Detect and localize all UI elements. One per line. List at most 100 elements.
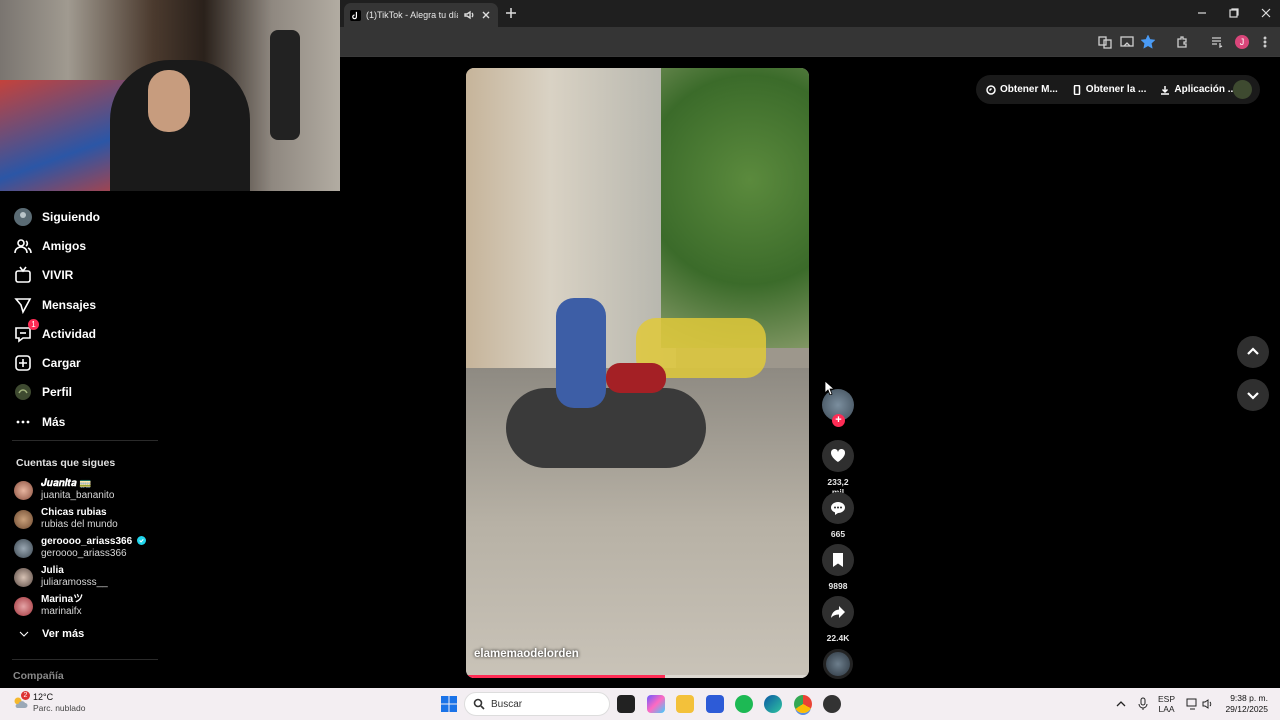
file-explorer-icon[interactable]	[676, 695, 694, 713]
sidebar-item-activity[interactable]: 1 Actividad	[14, 319, 96, 345]
speaker-icon[interactable]	[463, 9, 475, 21]
account-username: juanita_bananito	[41, 490, 115, 501]
video-author-handle[interactable]: elamemaodelorden	[474, 648, 579, 660]
translate-icon[interactable]	[1098, 35, 1112, 49]
screen: (1)TikTok - Alegra tu día J Siguiendo Am…	[0, 0, 1280, 720]
os-taskbar: 12°C Parc. nublado 2 Buscar ESP LAA 9:38…	[0, 688, 1280, 720]
windows-start-icon[interactable]	[441, 696, 457, 712]
save-count: 9898	[828, 581, 848, 591]
sidebar-item-label: Más	[42, 415, 66, 429]
upload-icon	[15, 355, 31, 371]
followed-account[interactable]: Marinaツ marinaifx	[14, 594, 83, 618]
download-icon	[1161, 85, 1170, 95]
share-action[interactable]: 22.4K	[821, 596, 855, 643]
tray-chevron-up-icon[interactable]	[1115, 698, 1127, 710]
restore-icon[interactable]	[1227, 6, 1241, 20]
new-tab-icon[interactable]	[504, 6, 518, 20]
activity-badge: 1	[28, 319, 39, 330]
video-scene-motorcycle	[506, 388, 706, 468]
minimize-icon[interactable]	[1195, 6, 1209, 20]
system-clock[interactable]: 9:38 p. m. 29/12/2025	[1196, 693, 1268, 715]
clock-time: 9:38 p. m.	[1230, 693, 1268, 703]
share-count: 22.4K	[826, 633, 850, 643]
language-top: ESP	[1158, 694, 1176, 704]
follow-button[interactable]: +	[832, 414, 845, 427]
sidebar: Siguiendo Amigos VIVIR Mensajes 1 Activi…	[0, 191, 175, 688]
chevron-down-icon	[1247, 392, 1259, 400]
get-app-button[interactable]: Obtener la ...	[1072, 84, 1147, 95]
see-more-button[interactable]: Ver más	[18, 623, 84, 645]
account-username: marinaifx	[41, 606, 82, 617]
account-avatar	[14, 567, 33, 587]
desktop-app-button[interactable]: Aplicación ...	[1160, 84, 1236, 95]
media-control-icon[interactable]	[1210, 35, 1224, 49]
sidebar-item-profile[interactable]: Perfil	[14, 381, 72, 403]
sidebar-item-label: Amigos	[42, 239, 87, 253]
extensions-icon[interactable]	[1175, 35, 1189, 49]
video-scene-rider	[556, 298, 606, 408]
music-disc[interactable]	[823, 649, 853, 679]
sidebar-item-live[interactable]: VIVIR	[14, 264, 73, 286]
account-name: Marinaツ	[41, 594, 84, 605]
comment-action[interactable]: 665	[821, 492, 855, 539]
browser-menu-icon[interactable]	[1258, 35, 1272, 49]
share-button[interactable]	[822, 596, 854, 628]
sidebar-item-friends[interactable]: Amigos	[14, 235, 86, 257]
account-avatar	[14, 596, 33, 616]
copilot-icon[interactable]	[647, 695, 665, 713]
comment-button[interactable]	[822, 492, 854, 524]
close-window-icon[interactable]	[1259, 6, 1273, 20]
cast-icon[interactable]	[1120, 35, 1134, 49]
chrome-icon[interactable]	[794, 695, 812, 713]
language-indicator[interactable]: ESP LAA	[1158, 694, 1175, 714]
obs-icon[interactable]	[823, 695, 841, 713]
followed-account[interactable]: Chicas rubias rubias del mundo	[14, 507, 118, 531]
taskbar-search[interactable]: Buscar	[464, 692, 610, 716]
sidebar-item-upload[interactable]: Cargar	[14, 352, 81, 374]
video-progress-fill	[466, 675, 665, 678]
get-app-label: Obtener la ...	[1085, 84, 1147, 95]
get-coins-button[interactable]: Obtener M...	[986, 84, 1058, 95]
bookmark-icon	[833, 553, 843, 567]
followed-account[interactable]: Julia juliaramosss__	[14, 565, 108, 589]
share-arrow-icon	[831, 606, 845, 618]
sidebar-item-label: Perfil	[42, 385, 73, 399]
bookmark-star-icon[interactable]	[1141, 35, 1155, 49]
following-section-title: Cuentas que sigues	[16, 457, 116, 469]
verified-icon	[136, 536, 146, 545]
company-link[interactable]: Compañía	[13, 670, 64, 682]
account-username: juliaramosss__	[41, 577, 108, 588]
profile-avatar[interactable]: J	[1235, 35, 1249, 49]
sidebar-item-label: Mensajes	[42, 298, 97, 312]
edge-icon[interactable]	[764, 695, 782, 713]
video-progress-bar[interactable]	[466, 675, 809, 678]
video-player[interactable]: elamemaodelorden	[466, 68, 809, 678]
like-button[interactable]	[822, 440, 854, 472]
video-scene-tree	[661, 68, 809, 348]
like-action[interactable]: 233,2 mil	[821, 440, 855, 497]
sidebar-item-following[interactable]: Siguiendo	[14, 206, 100, 228]
spotify-icon[interactable]	[735, 695, 753, 713]
save-action[interactable]: 9898	[821, 544, 855, 591]
webcam-microphone	[270, 30, 300, 140]
video-scene-motorcycle-tank	[606, 363, 666, 393]
next-video-button[interactable]	[1237, 379, 1269, 411]
microphone-icon[interactable]	[1137, 697, 1149, 711]
followed-account[interactable]: 𝑱𝒖𝒂𝒏𝒊𝒕𝒂 🚃 juanita_bananito	[14, 478, 114, 502]
browser-tab[interactable]: (1)TikTok - Alegra tu día	[344, 3, 498, 27]
tab-title: (1)TikTok - Alegra tu día	[366, 10, 458, 20]
task-view-icon[interactable]	[617, 695, 635, 713]
previous-video-button[interactable]	[1237, 336, 1269, 368]
save-button[interactable]	[822, 544, 854, 576]
coin-icon	[986, 84, 996, 95]
store-icon[interactable]	[706, 695, 724, 713]
followed-account[interactable]: geroooo_ariass366 geroooo_ariass366	[14, 536, 146, 560]
close-tab-icon[interactable]	[480, 9, 492, 21]
sidebar-item-messages[interactable]: Mensajes	[14, 294, 96, 316]
get-coins-label: Obtener M...	[1000, 84, 1058, 95]
account-avatar	[14, 538, 33, 558]
user-avatar[interactable]	[1233, 80, 1252, 99]
sidebar-item-more[interactable]: Más	[14, 411, 65, 433]
sidebar-divider	[12, 659, 158, 660]
chevron-up-icon	[1247, 347, 1259, 355]
